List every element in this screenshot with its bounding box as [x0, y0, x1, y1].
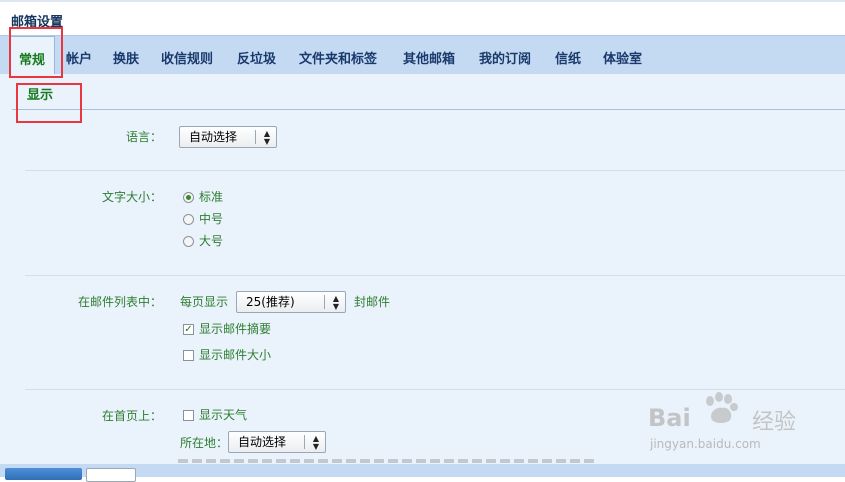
mail-list-label: 在邮件列表中： [77, 295, 162, 309]
font-size-standard-radio[interactable] [183, 192, 194, 203]
hint-text-strip [178, 459, 598, 463]
settings-tab-bar: 常规 帐户 换肤 收信规则 反垃圾 文件夹和标签 其他邮箱 我的订阅 信纸 体验… [0, 35, 845, 77]
baidu-paw-icon [706, 392, 738, 423]
show-weather-checkbox[interactable] [183, 410, 194, 421]
show-weather-label: 显示天气 [199, 408, 248, 422]
select-separator [304, 435, 305, 449]
tab-folders-labels[interactable]: 文件夹和标签 [299, 36, 377, 75]
show-size-checkbox[interactable] [183, 350, 194, 361]
tab-receive-rules[interactable]: 收信规则 [161, 36, 213, 75]
font-size-medium-radio[interactable] [183, 214, 194, 225]
per-page-select[interactable]: 25(推荐) ▲ ▼ [236, 291, 346, 313]
per-page-unit: 封邮件 [354, 295, 391, 309]
top-border [0, 0, 845, 2]
select-separator [255, 130, 256, 144]
section-divider [25, 389, 845, 390]
font-size-large-label: 大号 [199, 234, 224, 248]
tab-stationery[interactable]: 信纸 [555, 36, 581, 75]
tab-account[interactable]: 帐户 [66, 36, 92, 75]
tab-anti-spam[interactable]: 反垃圾 [237, 36, 276, 75]
language-select[interactable]: 自动选择 ▲ ▼ [179, 126, 277, 148]
location-select-value: 自动选择 [238, 435, 287, 449]
tab-subscriptions[interactable]: 我的订阅 [479, 36, 531, 75]
language-select-value: 自动选择 [189, 130, 238, 144]
section-divider [25, 275, 845, 276]
tab-other-mailbox[interactable]: 其他邮箱 [403, 36, 455, 75]
watermark-url: jingyan.baidu.com [650, 437, 761, 451]
chevron-updown-icon: ▲ ▼ [332, 294, 339, 311]
font-size-medium-label: 中号 [199, 212, 224, 226]
font-size-large-radio[interactable] [183, 236, 194, 247]
chevron-updown-icon: ▲ ▼ [312, 434, 319, 451]
home-label: 在首页上： [101, 409, 162, 423]
chevron-updown-icon: ▲ ▼ [263, 129, 270, 146]
watermark-brand-cn: 经验 [752, 410, 797, 435]
highlight-box-tab [9, 27, 63, 78]
language-label: 语言： [125, 130, 162, 144]
location-select[interactable]: 自动选择 ▲ ▼ [228, 431, 326, 453]
font-size-standard-label: 标准 [199, 190, 224, 204]
per-page-select-value: 25(推荐) [246, 295, 295, 309]
tab-lab[interactable]: 体验室 [603, 36, 642, 75]
subtab-divider [12, 109, 845, 110]
action-bar [0, 464, 845, 482]
cancel-button[interactable] [86, 468, 136, 482]
location-label: 所在地： [180, 436, 229, 450]
per-page-label: 每页显示 [180, 295, 229, 309]
select-separator [324, 295, 325, 309]
tab-skin[interactable]: 换肤 [113, 36, 139, 75]
section-divider [25, 170, 845, 171]
watermark-brand: Bai [648, 404, 691, 432]
show-summary-label: 显示邮件摘要 [199, 322, 272, 336]
show-size-label: 显示邮件大小 [199, 348, 272, 362]
save-button[interactable] [5, 468, 82, 480]
show-summary-checkbox[interactable]: ✓ [183, 324, 194, 335]
highlight-box-subtab [16, 83, 82, 123]
font-size-label: 文字大小： [101, 190, 162, 204]
